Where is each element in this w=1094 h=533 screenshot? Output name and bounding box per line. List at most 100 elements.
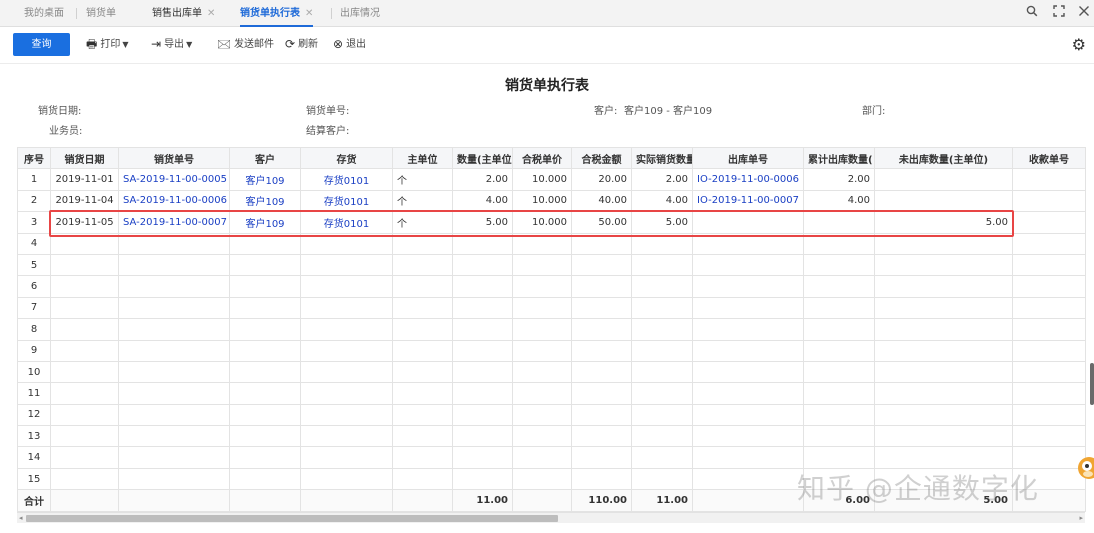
table-cell[interactable] xyxy=(631,275,693,298)
table-cell[interactable] xyxy=(1012,168,1086,191)
table-row[interactable]: 7 xyxy=(17,296,1086,320)
table-cell[interactable] xyxy=(692,253,804,277)
export-button[interactable]: ⇥ 导出 ▼ xyxy=(151,33,192,56)
table-cell[interactable]: 10.000 xyxy=(512,189,572,213)
table-cell[interactable] xyxy=(50,360,119,384)
table-cell[interactable] xyxy=(118,467,230,491)
table-cell[interactable] xyxy=(300,446,393,469)
table-cell[interactable]: 4 xyxy=(17,232,51,255)
scrollbar-thumb[interactable] xyxy=(26,515,558,522)
table-cell[interactable] xyxy=(571,446,632,469)
maximize-icon[interactable] xyxy=(1049,0,1069,27)
table-cell[interactable]: 5.00 xyxy=(452,211,513,234)
gear-icon[interactable]: ⚙ xyxy=(1072,35,1086,54)
table-row[interactable]: 4 xyxy=(17,232,1086,255)
table-cell[interactable] xyxy=(571,360,632,384)
table-cell[interactable] xyxy=(803,275,875,298)
table-cell[interactable]: SA-2019-11-00-0006 xyxy=(118,189,230,213)
table-cell[interactable] xyxy=(571,318,632,341)
table-cell[interactable] xyxy=(631,425,693,448)
table-cell[interactable] xyxy=(571,382,632,405)
scroll-right-icon[interactable]: ▸ xyxy=(1079,513,1083,524)
table-cell[interactable]: 12 xyxy=(17,403,51,427)
table-cell[interactable] xyxy=(229,382,301,405)
table-cell[interactable] xyxy=(631,318,693,341)
table-cell[interactable] xyxy=(512,360,572,384)
table-row[interactable]: 2 2019-11-04 SA-2019-11-00-0006 客户109 存货0101… xyxy=(17,189,1086,213)
table-cell[interactable] xyxy=(874,232,1013,255)
table-cell[interactable]: 20.00 xyxy=(571,168,632,191)
table-cell[interactable] xyxy=(118,360,230,384)
table-cell[interactable] xyxy=(571,296,632,320)
table-cell[interactable] xyxy=(692,339,804,362)
table-cell[interactable] xyxy=(300,339,393,362)
table-cell[interactable]: 存货0101 xyxy=(300,168,393,191)
table-cell[interactable]: 10.000 xyxy=(512,168,572,191)
table-cell[interactable] xyxy=(50,403,119,427)
table-cell[interactable]: 7 xyxy=(17,296,51,320)
table-cell[interactable] xyxy=(631,446,693,469)
table-cell[interactable] xyxy=(803,211,875,234)
table-cell[interactable] xyxy=(631,232,693,255)
table-cell[interactable] xyxy=(874,296,1013,320)
column-header[interactable]: 主单位 xyxy=(392,146,453,170)
table-cell[interactable] xyxy=(118,425,230,448)
column-header[interactable]: 实际销货数量 xyxy=(631,146,693,170)
table-cell[interactable] xyxy=(229,403,301,427)
table-cell[interactable] xyxy=(512,296,572,320)
table-cell[interactable] xyxy=(631,467,693,491)
table-cell[interactable] xyxy=(692,318,804,341)
table-cell[interactable] xyxy=(229,318,301,341)
table-cell[interactable]: 15 xyxy=(17,467,51,491)
tab-sales-execution[interactable]: 销货单执行表 ✕ xyxy=(240,0,314,27)
table-cell[interactable] xyxy=(692,446,804,469)
table-cell[interactable] xyxy=(229,360,301,384)
table-cell[interactable]: 5.00 xyxy=(874,211,1013,234)
table-cell[interactable] xyxy=(50,253,119,277)
table-cell[interactable] xyxy=(452,382,513,405)
table-cell[interactable] xyxy=(1012,425,1086,448)
table-cell[interactable]: 1 xyxy=(17,168,51,191)
table-cell[interactable] xyxy=(50,232,119,255)
close-icon[interactable] xyxy=(1074,0,1094,27)
table-cell[interactable] xyxy=(392,467,453,491)
table-cell[interactable] xyxy=(392,339,453,362)
table-cell[interactable] xyxy=(874,253,1013,277)
table-cell[interactable] xyxy=(692,232,804,255)
table-cell[interactable]: 2.00 xyxy=(803,168,875,191)
table-cell[interactable] xyxy=(392,403,453,427)
table-cell[interactable]: 8 xyxy=(17,318,51,341)
table-cell[interactable]: 9 xyxy=(17,339,51,362)
table-cell[interactable] xyxy=(118,253,230,277)
table-cell[interactable]: 5 xyxy=(17,253,51,277)
table-cell[interactable] xyxy=(229,275,301,298)
table-cell[interactable] xyxy=(118,339,230,362)
column-header[interactable]: 合税金额 xyxy=(571,146,632,170)
tab-outbound-status[interactable]: 出库情况 xyxy=(340,0,380,27)
table-row[interactable]: 9 xyxy=(17,339,1086,362)
table-cell[interactable]: 3 xyxy=(17,211,51,234)
refresh-button[interactable]: ⟳ 刷新 xyxy=(285,33,318,56)
tab-sales-outbound[interactable]: 销售出库单 ✕ xyxy=(152,0,215,27)
table-cell[interactable] xyxy=(1012,403,1086,427)
table-cell[interactable] xyxy=(1012,211,1086,234)
table-cell[interactable] xyxy=(692,425,804,448)
table-cell[interactable] xyxy=(392,382,453,405)
table-cell[interactable]: 2.00 xyxy=(452,168,513,191)
table-row[interactable]: 11 xyxy=(17,382,1086,405)
table-cell[interactable]: 40.00 xyxy=(571,189,632,213)
table-cell[interactable] xyxy=(452,318,513,341)
table-cell[interactable] xyxy=(229,425,301,448)
table-cell[interactable] xyxy=(874,168,1013,191)
table-cell[interactable] xyxy=(692,382,804,405)
table-cell[interactable] xyxy=(229,253,301,277)
table-cell[interactable] xyxy=(118,382,230,405)
table-cell[interactable] xyxy=(571,467,632,491)
table-cell[interactable]: 10 xyxy=(17,360,51,384)
table-cell[interactable]: IO-2019-11-00-0006 xyxy=(692,168,804,191)
table-cell[interactable] xyxy=(452,232,513,255)
table-cell[interactable] xyxy=(50,467,119,491)
table-cell[interactable] xyxy=(631,382,693,405)
table-cell[interactable] xyxy=(874,275,1013,298)
table-cell[interactable] xyxy=(631,403,693,427)
